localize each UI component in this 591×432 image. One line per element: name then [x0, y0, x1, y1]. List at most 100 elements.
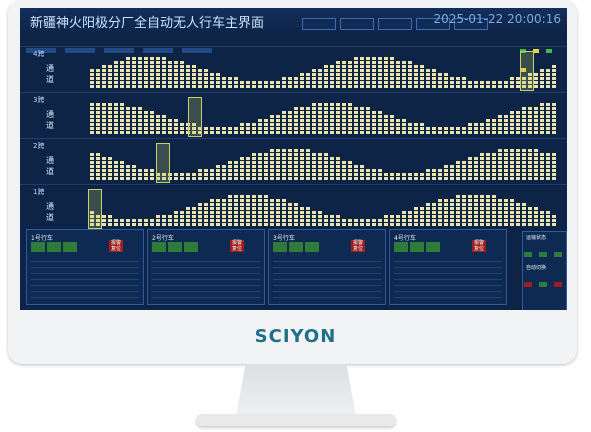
control-button[interactable]	[426, 242, 440, 252]
storage-block	[402, 77, 406, 80]
storage-block	[462, 77, 466, 80]
storage-block	[252, 165, 256, 168]
storage-block	[540, 157, 544, 160]
status-button[interactable]	[554, 282, 563, 287]
storage-block	[144, 119, 148, 122]
storage-block	[420, 77, 424, 80]
storage-block	[324, 73, 328, 76]
crane-marker[interactable]	[156, 143, 170, 183]
control-button[interactable]	[31, 242, 45, 252]
storage-block	[222, 131, 226, 134]
storage-block	[306, 169, 310, 172]
storage-block	[120, 177, 124, 180]
storage-block	[258, 123, 262, 126]
crane-marker[interactable]	[520, 51, 534, 91]
storage-block	[444, 177, 448, 180]
storage-block	[384, 73, 388, 76]
status-button[interactable]	[524, 282, 532, 287]
storage-block	[168, 119, 172, 122]
storage-block	[372, 73, 376, 76]
storage-block	[180, 173, 184, 176]
storage-block	[516, 119, 520, 122]
storage-block	[294, 211, 298, 214]
storage-block	[234, 203, 238, 206]
storage-block	[324, 103, 328, 106]
status-button[interactable]	[539, 252, 548, 257]
menu-button[interactable]	[340, 18, 374, 30]
storage-block	[402, 65, 406, 68]
status-button[interactable]	[524, 252, 532, 257]
menu-button[interactable]	[302, 18, 336, 30]
reset-label: 复位	[231, 246, 242, 252]
storage-block	[288, 223, 292, 226]
storage-block	[198, 223, 202, 226]
storage-block	[102, 85, 106, 88]
storage-block	[402, 219, 406, 222]
storage-block	[462, 211, 466, 214]
storage-block	[300, 115, 304, 118]
control-button[interactable]	[168, 242, 182, 252]
storage-block	[534, 107, 538, 110]
control-button[interactable]	[63, 242, 77, 252]
control-button[interactable]	[152, 242, 166, 252]
storage-block	[300, 157, 304, 160]
storage-block	[276, 173, 280, 176]
alarm-reset-button[interactable]: 报警 复位	[230, 240, 244, 252]
storage-block	[228, 85, 232, 88]
crane-panel: 2号行车 报警 复位	[147, 229, 265, 305]
crane-marker[interactable]	[88, 189, 102, 229]
storage-block	[282, 119, 286, 122]
storage-block	[348, 127, 352, 130]
bay-label: 4跨	[33, 50, 45, 58]
control-button[interactable]	[410, 242, 424, 252]
storage-block	[402, 223, 406, 226]
storage-block	[144, 169, 148, 172]
storage-block	[108, 119, 112, 122]
storage-block	[282, 203, 286, 206]
storage-block	[306, 131, 310, 134]
control-button[interactable]	[273, 242, 287, 252]
alarm-reset-button[interactable]: 报警 复位	[109, 240, 123, 252]
storage-block	[462, 215, 466, 218]
control-button[interactable]	[394, 242, 408, 252]
storage-block	[468, 165, 472, 168]
storage-block	[534, 223, 538, 226]
storage-block	[336, 85, 340, 88]
status-button[interactable]	[539, 282, 548, 287]
storage-block	[120, 77, 124, 80]
storage-block	[546, 111, 550, 114]
storage-block	[174, 119, 178, 122]
menu-button[interactable]	[378, 18, 412, 30]
control-button[interactable]	[47, 242, 61, 252]
storage-block	[342, 223, 346, 226]
storage-block	[534, 219, 538, 222]
storage-block	[360, 219, 364, 222]
storage-block	[186, 223, 190, 226]
storage-block	[294, 131, 298, 134]
storage-block	[186, 69, 190, 72]
storage-block	[312, 103, 316, 106]
storage-block	[90, 153, 94, 156]
storage-block	[324, 223, 328, 226]
storage-block	[498, 85, 502, 88]
storage-block	[546, 223, 550, 226]
bay-row: 4跨 通道	[20, 46, 567, 91]
storage-block	[270, 177, 274, 180]
storage-block	[510, 219, 514, 222]
storage-block	[126, 111, 130, 114]
alarm-reset-button[interactable]: 报警 复位	[351, 240, 365, 252]
storage-block	[318, 103, 322, 106]
storage-block	[534, 211, 538, 214]
control-button[interactable]	[289, 242, 303, 252]
crane-marker[interactable]	[188, 97, 202, 137]
storage-block	[390, 61, 394, 64]
storage-block	[324, 161, 328, 164]
control-button[interactable]	[305, 242, 319, 252]
storage-block	[486, 169, 490, 172]
alarm-reset-button[interactable]: 报警 复位	[472, 240, 486, 252]
status-button[interactable]	[554, 252, 563, 257]
storage-block	[234, 215, 238, 218]
storage-block	[378, 223, 382, 226]
storage-block	[240, 177, 244, 180]
control-button[interactable]	[184, 242, 198, 252]
